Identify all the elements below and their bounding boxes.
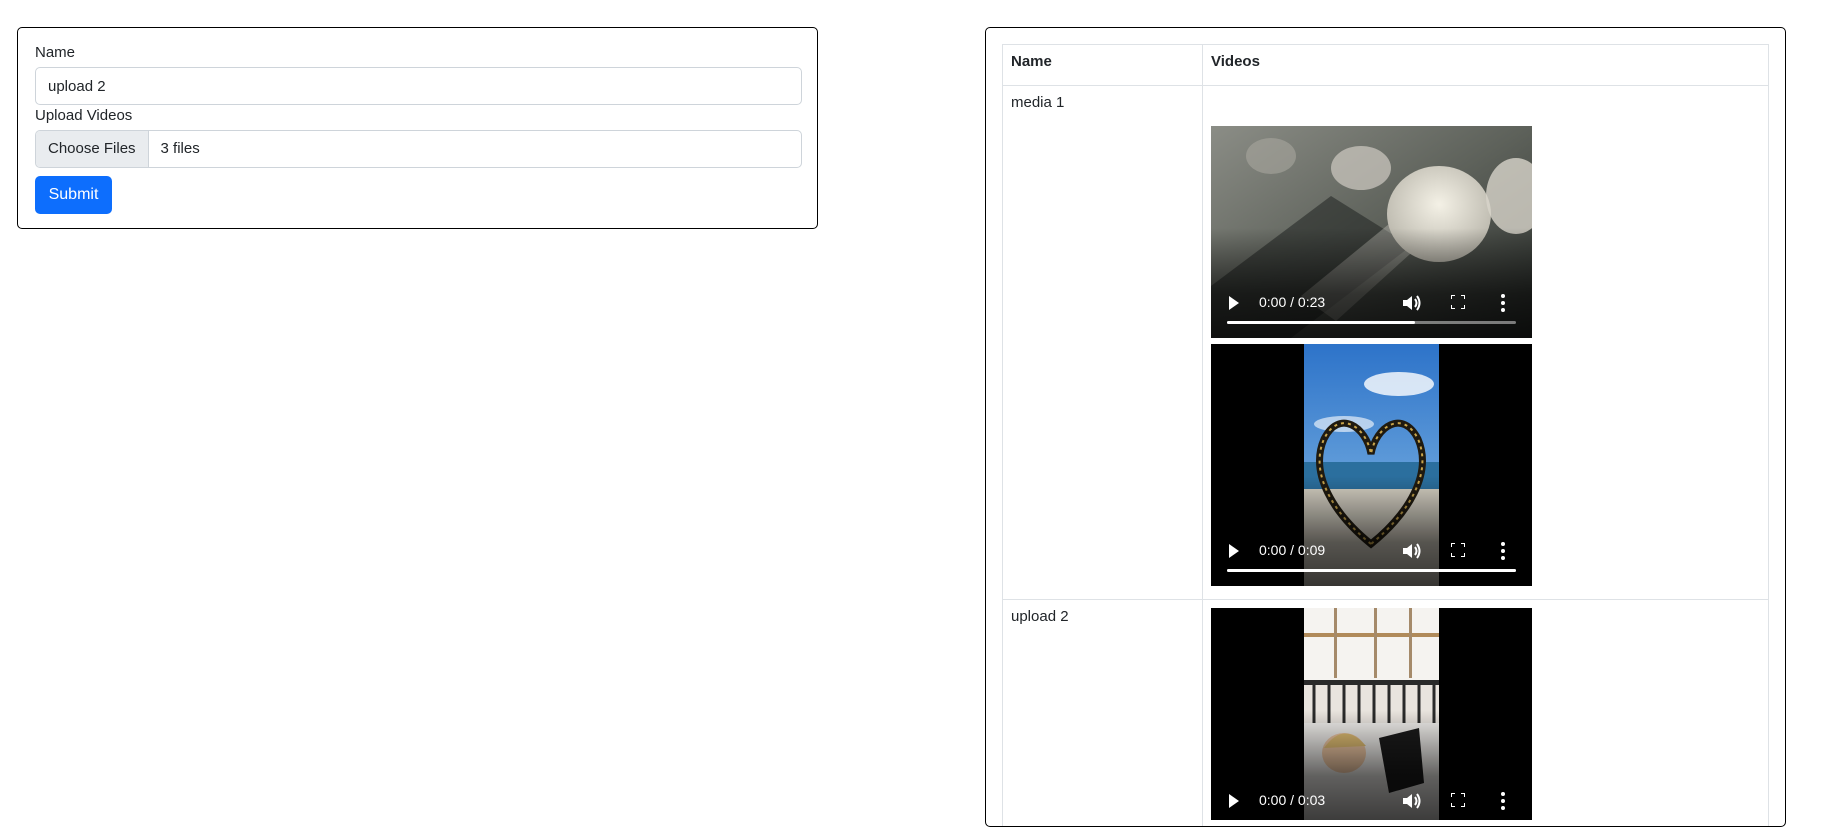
- file-count-status: 3 files: [160, 140, 200, 157]
- name-label: Name: [35, 44, 76, 61]
- video-progress-bar[interactable]: [1227, 569, 1516, 572]
- table-row: upload 2 0:00 / 0:03: [1002, 599, 1770, 826]
- media-table-card: Name Videos media 1 0:00 / 0:23 0:00 / 0…: [985, 27, 1786, 827]
- row-videos: 0:00 / 0:23 0:00 / 0:09: [1203, 86, 1770, 599]
- fullscreen-icon[interactable]: [1451, 295, 1465, 309]
- file-input[interactable]: Choose Files 3 files: [35, 130, 802, 168]
- row-name: upload 2: [1003, 600, 1203, 826]
- header-name: Name: [1003, 45, 1203, 85]
- header-videos: Videos: [1211, 53, 1260, 70]
- volume-icon[interactable]: [1401, 791, 1423, 811]
- video-player[interactable]: 0:00 / 0:23: [1211, 126, 1532, 338]
- name-input[interactable]: [35, 67, 802, 105]
- video-time: 0:00 / 0:09: [1259, 542, 1326, 558]
- video-controls: 0:00 / 0:03: [1211, 780, 1532, 820]
- volume-icon[interactable]: [1401, 541, 1423, 561]
- video-player[interactable]: 0:00 / 0:03: [1211, 608, 1532, 820]
- row-videos: 0:00 / 0:03: [1203, 600, 1770, 826]
- more-options-icon[interactable]: [1500, 293, 1506, 313]
- more-options-icon[interactable]: [1500, 791, 1506, 811]
- upload-form: Name Upload Videos Choose Files 3 files …: [17, 27, 818, 229]
- video-player[interactable]: 0:00 / 0:09: [1211, 344, 1532, 586]
- buffered-fill: [1227, 569, 1516, 572]
- table-row: media 1 0:00 / 0:23 0:00 / 0:09: [1002, 85, 1769, 600]
- video-progress-bar[interactable]: [1227, 321, 1516, 324]
- play-icon[interactable]: [1229, 296, 1239, 310]
- choose-files-button[interactable]: Choose Files: [36, 131, 149, 167]
- more-options-icon[interactable]: [1500, 541, 1506, 561]
- buffered-fill: [1227, 321, 1415, 324]
- upload-videos-label: Upload Videos: [35, 107, 133, 124]
- fullscreen-icon[interactable]: [1451, 793, 1465, 807]
- submit-button[interactable]: Submit: [35, 176, 112, 214]
- video-time: 0:00 / 0:23: [1259, 294, 1326, 310]
- play-icon[interactable]: [1229, 544, 1239, 558]
- video-time: 0:00 / 0:03: [1259, 792, 1326, 808]
- fullscreen-icon[interactable]: [1451, 543, 1465, 557]
- play-icon[interactable]: [1229, 794, 1239, 808]
- video-controls: 0:00 / 0:09: [1211, 530, 1532, 570]
- video-controls: 0:00 / 0:23: [1211, 282, 1532, 322]
- table-header-row: Name Videos: [1002, 44, 1769, 86]
- row-name: media 1: [1003, 86, 1203, 599]
- volume-icon[interactable]: [1401, 293, 1423, 313]
